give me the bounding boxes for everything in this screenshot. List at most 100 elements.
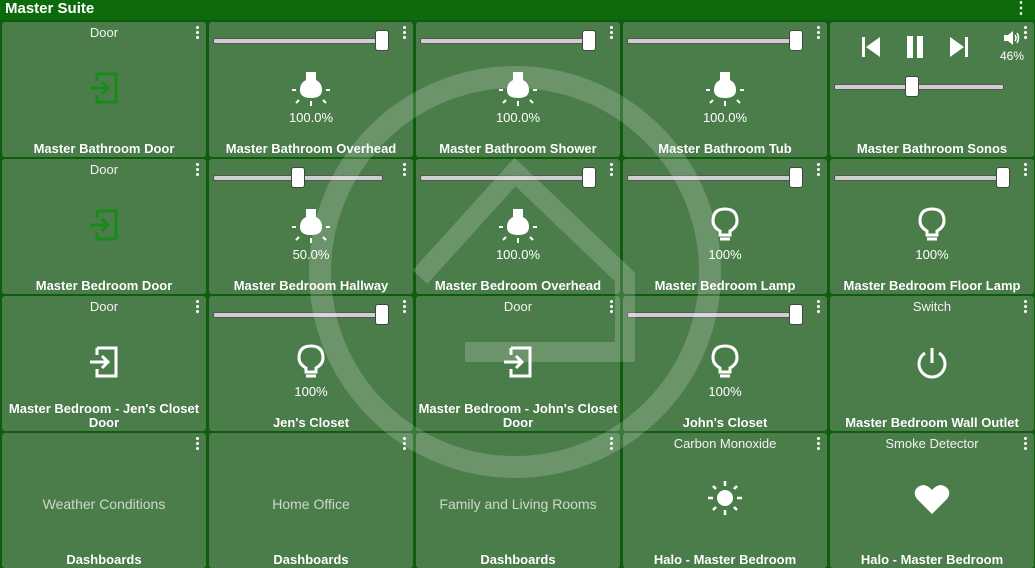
door-exit-icon bbox=[90, 209, 118, 241]
tile-master-bathroom-overhead[interactable]: 100.0% Master Bathroom Overhead bbox=[209, 22, 413, 157]
tile-dashboard-weather[interactable]: Weather Conditions Dashboards bbox=[2, 433, 206, 568]
tile-johns-closet-door[interactable]: Door Master Bedroom - John's Closet Door bbox=[416, 296, 620, 431]
tile-menu-icon[interactable] bbox=[194, 163, 200, 177]
dimmer-slider[interactable] bbox=[213, 304, 389, 325]
tile-master-bathroom-sonos[interactable]: 46% Master Bathroom Sonos bbox=[830, 22, 1034, 157]
pause-icon[interactable] bbox=[907, 36, 923, 58]
tile-type-label: Door bbox=[89, 25, 119, 40]
tile-menu-icon[interactable] bbox=[401, 437, 407, 451]
level-value: 100.0% bbox=[495, 247, 541, 262]
tile-menu-icon[interactable] bbox=[194, 26, 200, 40]
tile-name: Master Bathroom Tub bbox=[658, 141, 792, 156]
tile-menu-icon[interactable] bbox=[608, 26, 614, 40]
dimmer-slider[interactable] bbox=[420, 167, 596, 188]
tile-master-bathroom-door[interactable]: Door Master Bathroom Door bbox=[2, 22, 206, 157]
tile-master-bedroom-door[interactable]: Door Master Bedroom Door bbox=[2, 159, 206, 294]
tile-master-bathroom-tub[interactable]: 100.0% Master Bathroom Tub bbox=[623, 22, 827, 157]
tile-name: Master Bedroom Overhead bbox=[434, 278, 602, 293]
volume-display: 46% bbox=[1000, 30, 1024, 63]
next-track-icon[interactable] bbox=[950, 37, 968, 57]
dimmer-slider[interactable] bbox=[213, 167, 383, 188]
tile-menu-icon[interactable] bbox=[608, 437, 614, 451]
page-menu-icon[interactable]: ⋮ bbox=[1013, 0, 1029, 18]
tile-menu-icon[interactable] bbox=[815, 26, 821, 40]
tile-menu-icon[interactable] bbox=[401, 26, 407, 40]
tile-name: Master Bedroom Wall Outlet bbox=[845, 415, 1019, 430]
door-exit-icon bbox=[90, 72, 118, 104]
dimmer-slider[interactable] bbox=[627, 30, 803, 51]
slider-thumb[interactable] bbox=[789, 167, 803, 188]
bulb-outline-icon bbox=[297, 344, 325, 378]
volume-slider[interactable] bbox=[834, 76, 1004, 97]
tile-jens-closet-door[interactable]: Door Master Bedroom - Jen's Closet Door bbox=[2, 296, 206, 431]
slider-thumb[interactable] bbox=[582, 30, 596, 51]
level-value: 100% bbox=[708, 384, 742, 399]
tile-menu-icon[interactable] bbox=[1022, 163, 1028, 177]
tile-menu-icon[interactable] bbox=[1022, 26, 1028, 40]
tile-master-bedroom-floor-lamp[interactable]: 100% Master Bedroom Floor Lamp bbox=[830, 159, 1034, 294]
slider-thumb[interactable] bbox=[291, 167, 305, 188]
tile-dashboard-home-office[interactable]: Home Office Dashboards bbox=[209, 433, 413, 568]
tile-name: Master Bedroom Hallway bbox=[233, 278, 389, 293]
door-exit-icon bbox=[90, 346, 118, 378]
dashboard-link[interactable]: Weather Conditions bbox=[2, 496, 206, 512]
dimmer-slider[interactable] bbox=[213, 30, 389, 51]
tile-name: John's Closet bbox=[682, 415, 768, 430]
tile-menu-icon[interactable] bbox=[815, 437, 821, 451]
level-value: 100% bbox=[294, 384, 328, 399]
tile-dashboard-family-living[interactable]: Family and Living Rooms Dashboards bbox=[416, 433, 620, 568]
speaker-icon[interactable] bbox=[1003, 30, 1021, 46]
tile-master-bathroom-shower[interactable]: 100.0% Master Bathroom Shower bbox=[416, 22, 620, 157]
dimmer-slider[interactable] bbox=[627, 304, 803, 325]
tile-master-bedroom-overhead[interactable]: 100.0% Master Bedroom Overhead bbox=[416, 159, 620, 294]
tile-type-label: Door bbox=[89, 162, 119, 177]
tile-menu-icon[interactable] bbox=[194, 437, 200, 451]
tile-menu-icon[interactable] bbox=[401, 163, 407, 177]
sun-icon bbox=[708, 481, 742, 515]
bulb-on-icon bbox=[706, 72, 744, 106]
tile-name: Master Bedroom Lamp bbox=[654, 278, 796, 293]
dashboard-link[interactable]: Home Office bbox=[209, 496, 413, 512]
slider-thumb[interactable] bbox=[789, 304, 803, 325]
tile-menu-icon[interactable] bbox=[608, 300, 614, 314]
tile-menu-icon[interactable] bbox=[815, 163, 821, 177]
tile-menu-icon[interactable] bbox=[1022, 300, 1028, 314]
tile-menu-icon[interactable] bbox=[1022, 437, 1028, 451]
bulb-outline-icon bbox=[918, 207, 946, 241]
tile-smoke-detector[interactable]: Smoke Detector Halo - Master Bedroom bbox=[830, 433, 1034, 568]
slider-thumb[interactable] bbox=[582, 167, 596, 188]
tile-menu-icon[interactable] bbox=[194, 300, 200, 314]
tile-menu-icon[interactable] bbox=[815, 300, 821, 314]
dimmer-slider[interactable] bbox=[420, 30, 596, 51]
tile-menu-icon[interactable] bbox=[401, 300, 407, 314]
bulb-outline-icon bbox=[711, 207, 739, 241]
tile-wall-outlet[interactable]: Switch Master Bedroom Wall Outlet bbox=[830, 296, 1034, 431]
dimmer-slider[interactable] bbox=[834, 167, 1010, 188]
media-controls bbox=[862, 36, 968, 58]
bulb-on-icon bbox=[292, 209, 330, 243]
previous-track-icon[interactable] bbox=[862, 37, 880, 57]
bulb-on-icon bbox=[292, 72, 330, 106]
tile-carbon-monoxide[interactable]: Carbon Monoxide Halo - Master Bedroom bbox=[623, 433, 827, 568]
door-exit-icon bbox=[504, 346, 532, 378]
heart-icon bbox=[914, 485, 950, 514]
level-value: 100.0% bbox=[702, 110, 748, 125]
slider-thumb[interactable] bbox=[375, 304, 389, 325]
tile-menu-icon[interactable] bbox=[608, 163, 614, 177]
slider-thumb[interactable] bbox=[375, 30, 389, 51]
tile-master-bedroom-lamp[interactable]: 100% Master Bedroom Lamp bbox=[623, 159, 827, 294]
page-title: Master Suite bbox=[5, 0, 95, 17]
tile-jens-closet[interactable]: 100% Jen's Closet bbox=[209, 296, 413, 431]
tile-name: Master Bathroom Overhead bbox=[225, 141, 397, 156]
level-value: 100% bbox=[915, 247, 949, 262]
dimmer-slider[interactable] bbox=[627, 167, 803, 188]
tile-name: Master Bedroom - John's Closet Door bbox=[418, 401, 618, 430]
dashboard-link[interactable]: Family and Living Rooms bbox=[416, 496, 620, 512]
slider-thumb[interactable] bbox=[789, 30, 803, 51]
slider-thumb[interactable] bbox=[905, 76, 920, 97]
power-icon bbox=[917, 348, 947, 379]
slider-thumb[interactable] bbox=[996, 167, 1010, 188]
tile-johns-closet[interactable]: 100% John's Closet bbox=[623, 296, 827, 431]
tile-type-label: Door bbox=[89, 299, 119, 314]
tile-master-bedroom-hallway[interactable]: 50.0% Master Bedroom Hallway bbox=[209, 159, 413, 294]
